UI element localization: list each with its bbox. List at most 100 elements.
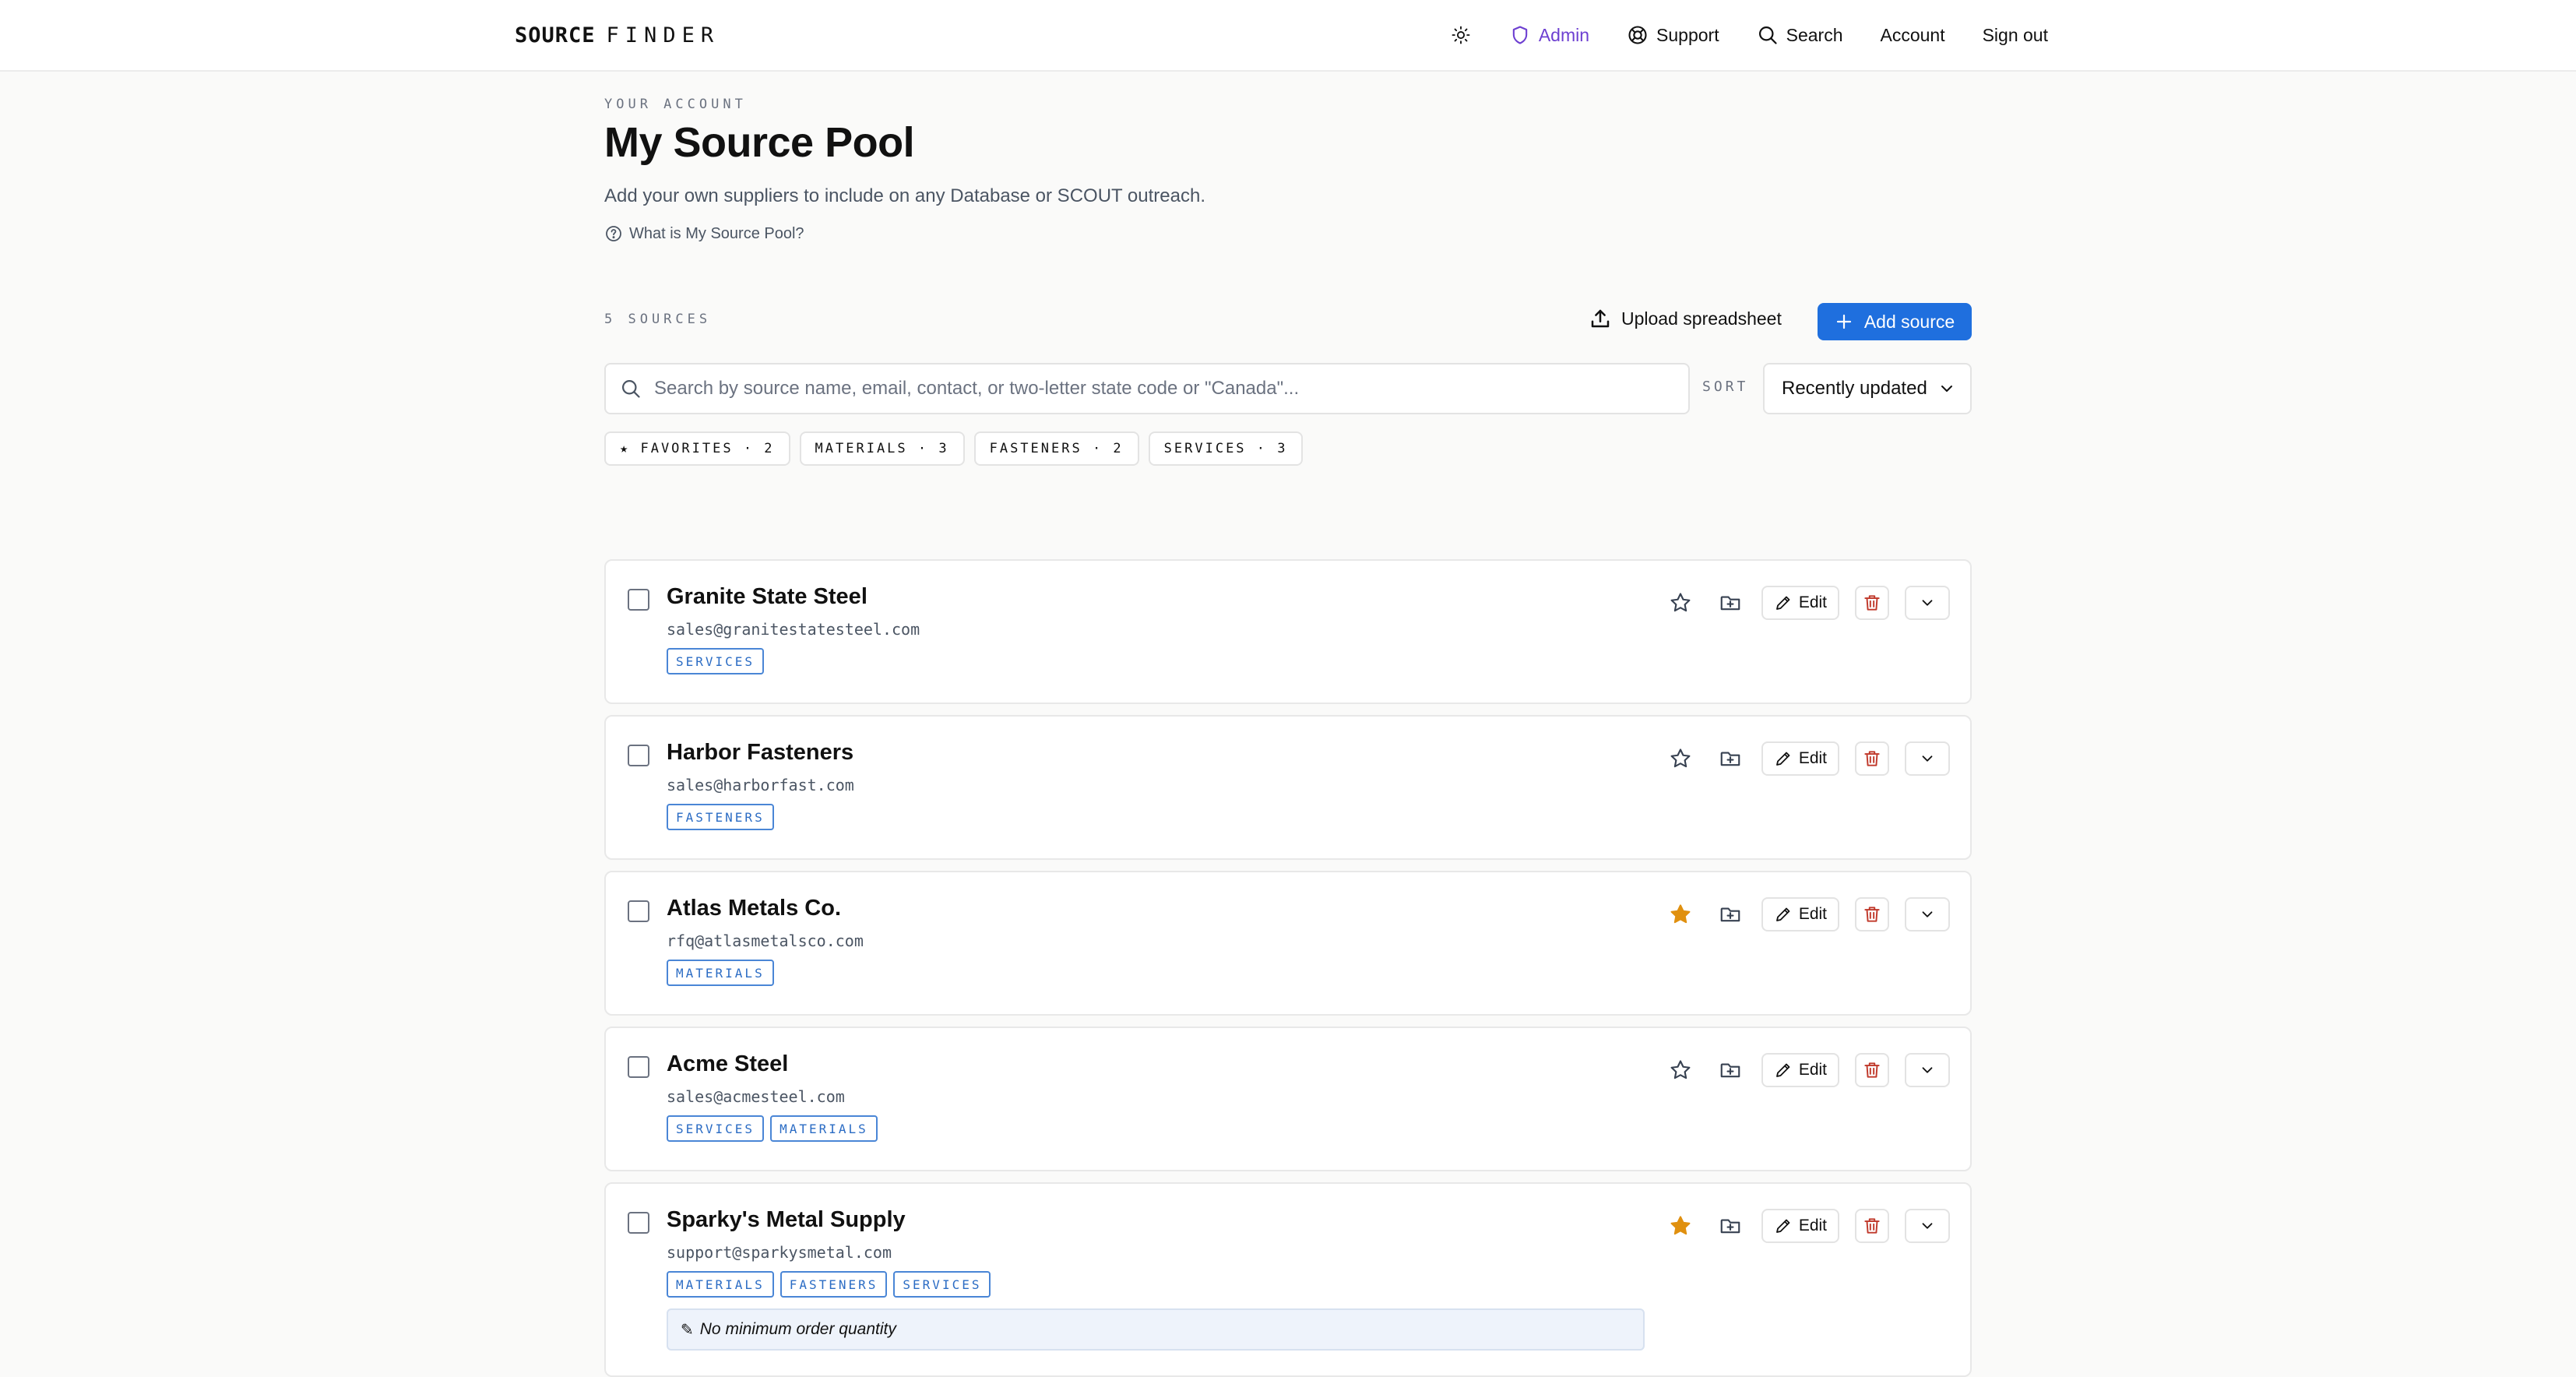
filter-chip-services[interactable]: SERVICES · 3 bbox=[1148, 431, 1304, 466]
source-card: Atlas Metals Co. rfq@atlasmetalsco.com M… bbox=[604, 871, 1972, 1016]
add-source-button[interactable]: Add source bbox=[1818, 303, 1972, 340]
source-tags: MATERIALS FASTENERS SERVICES bbox=[667, 1271, 991, 1298]
filter-chip-favorites[interactable]: ★ FAVORITES · 2 bbox=[604, 431, 790, 466]
upload-spreadsheet-button[interactable]: Upload spreadsheet bbox=[1589, 301, 1782, 336]
add-to-folder-button[interactable] bbox=[1713, 1209, 1747, 1243]
sort-select-value: Recently updated bbox=[1782, 378, 1927, 399]
nav-sign-out[interactable]: Sign out bbox=[1983, 25, 2048, 46]
star-filled-icon bbox=[1670, 1216, 1691, 1235]
select-checkbox[interactable] bbox=[628, 1212, 649, 1234]
delete-button[interactable] bbox=[1855, 897, 1889, 932]
help-link-label: What is My Source Pool? bbox=[629, 224, 804, 242]
add-to-folder-button[interactable] bbox=[1713, 741, 1747, 776]
edit-button[interactable]: Edit bbox=[1761, 1053, 1839, 1087]
source-name: Granite State Steel bbox=[667, 584, 867, 609]
delete-button[interactable] bbox=[1855, 741, 1889, 776]
sort-select[interactable]: Recently updated bbox=[1763, 363, 1972, 414]
source-email: sales@acmesteel.com bbox=[667, 1087, 845, 1106]
star-outline-icon bbox=[1670, 1060, 1691, 1079]
favorite-button[interactable] bbox=[1663, 897, 1698, 932]
add-to-folder-button[interactable] bbox=[1713, 1053, 1747, 1087]
search-icon bbox=[1758, 26, 1777, 44]
select-checkbox[interactable] bbox=[628, 745, 649, 766]
trash-icon bbox=[1864, 751, 1880, 766]
edit-label: Edit bbox=[1798, 1061, 1827, 1079]
edit-button[interactable]: Edit bbox=[1761, 586, 1839, 620]
edit-button[interactable]: Edit bbox=[1761, 897, 1839, 932]
chevron-down-icon bbox=[1922, 1223, 1933, 1229]
add-to-folder-button[interactable] bbox=[1713, 897, 1747, 932]
expand-button[interactable] bbox=[1905, 1209, 1950, 1243]
card-actions: Edit bbox=[1663, 897, 1950, 932]
chevron-down-icon bbox=[1922, 911, 1933, 917]
delete-button[interactable] bbox=[1855, 1053, 1889, 1087]
filter-chip-fasteners[interactable]: FASTENERS · 2 bbox=[973, 431, 1139, 466]
nav-admin[interactable]: Admin bbox=[1509, 24, 1589, 46]
card-actions: Edit bbox=[1663, 1209, 1950, 1243]
select-checkbox[interactable] bbox=[628, 1056, 649, 1078]
pencil-icon bbox=[1775, 1219, 1790, 1233]
folder-plus-icon bbox=[1720, 752, 1740, 766]
upload-icon bbox=[1591, 309, 1610, 328]
theme-toggle[interactable] bbox=[1450, 24, 1472, 46]
edit-button[interactable]: Edit bbox=[1761, 1209, 1839, 1243]
favorite-button[interactable] bbox=[1663, 1053, 1698, 1087]
source-email: sales@granitestatesteel.com bbox=[667, 620, 920, 639]
nav-support[interactable]: Support bbox=[1627, 24, 1719, 46]
pencil-icon bbox=[1775, 752, 1790, 766]
favorite-button[interactable] bbox=[1663, 1209, 1698, 1243]
select-checkbox[interactable] bbox=[628, 900, 649, 922]
nav-admin-label: Admin bbox=[1538, 24, 1590, 45]
source-tags: FASTENERS bbox=[667, 804, 774, 830]
source-name: Harbor Fasteners bbox=[667, 740, 854, 765]
sun-icon bbox=[1452, 26, 1470, 44]
card-actions: Edit bbox=[1663, 1053, 1950, 1087]
delete-button[interactable] bbox=[1855, 586, 1889, 620]
edit-button[interactable]: Edit bbox=[1761, 741, 1839, 776]
category-tag: MATERIALS bbox=[667, 1271, 774, 1298]
source-note: ✎ No minimum order quantity bbox=[667, 1308, 1645, 1351]
category-tag: MATERIALS bbox=[770, 1115, 878, 1142]
edit-label: Edit bbox=[1798, 905, 1827, 923]
pencil-icon bbox=[1775, 1063, 1790, 1077]
trash-icon bbox=[1864, 907, 1880, 922]
search-input[interactable] bbox=[654, 378, 1688, 400]
expand-button[interactable] bbox=[1905, 586, 1950, 620]
brand-logo[interactable]: SOURCE FINDER bbox=[515, 19, 720, 51]
category-tag: FASTENERS bbox=[667, 804, 774, 830]
nav-account[interactable]: Account bbox=[1880, 25, 1944, 46]
expand-button[interactable] bbox=[1905, 1053, 1950, 1087]
source-card: Granite State Steel sales@granitestatest… bbox=[604, 559, 1972, 704]
category-tag: SERVICES bbox=[893, 1271, 991, 1298]
expand-button[interactable] bbox=[1905, 741, 1950, 776]
top-nav: SOURCE FINDER Admin Support Search Accou… bbox=[0, 0, 2576, 72]
favorite-button[interactable] bbox=[1663, 741, 1698, 776]
search-icon bbox=[621, 379, 640, 398]
source-email: rfq@atlasmetalsco.com bbox=[667, 932, 864, 950]
filter-chips: ★ FAVORITES · 2 MATERIALS · 3 FASTENERS … bbox=[604, 431, 1304, 466]
trash-icon bbox=[1864, 1218, 1880, 1234]
help-link[interactable]: What is My Source Pool? bbox=[604, 224, 804, 243]
select-checkbox[interactable] bbox=[628, 589, 649, 611]
filter-chip-materials[interactable]: MATERIALS · 3 bbox=[799, 431, 965, 466]
source-email: support@sparkysmetal.com bbox=[667, 1243, 892, 1262]
source-name: Atlas Metals Co. bbox=[667, 896, 841, 921]
source-search[interactable] bbox=[604, 363, 1690, 414]
nav-links: Admin Support Search Account Sign out bbox=[1450, 16, 2048, 55]
nav-search-label: Search bbox=[1786, 24, 1843, 45]
lifebuoy-icon bbox=[1628, 26, 1647, 44]
page-eyebrow: YOUR ACCOUNT bbox=[604, 97, 747, 112]
add-source-label: Add source bbox=[1863, 311, 1955, 332]
category-tag: SERVICES bbox=[667, 648, 765, 674]
chevron-down-icon bbox=[1922, 600, 1933, 606]
trash-icon bbox=[1864, 595, 1880, 611]
nav-search[interactable]: Search bbox=[1757, 24, 1843, 46]
star-outline-icon bbox=[1670, 593, 1691, 612]
source-card: Harbor Fasteners sales@harborfast.com FA… bbox=[604, 715, 1972, 860]
source-card: Sparky's Metal Supply support@sparkysmet… bbox=[604, 1182, 1972, 1377]
expand-button[interactable] bbox=[1905, 897, 1950, 932]
delete-button[interactable] bbox=[1855, 1209, 1889, 1243]
favorite-button[interactable] bbox=[1663, 586, 1698, 620]
add-to-folder-button[interactable] bbox=[1713, 586, 1747, 620]
page-title: My Source Pool bbox=[604, 119, 915, 166]
